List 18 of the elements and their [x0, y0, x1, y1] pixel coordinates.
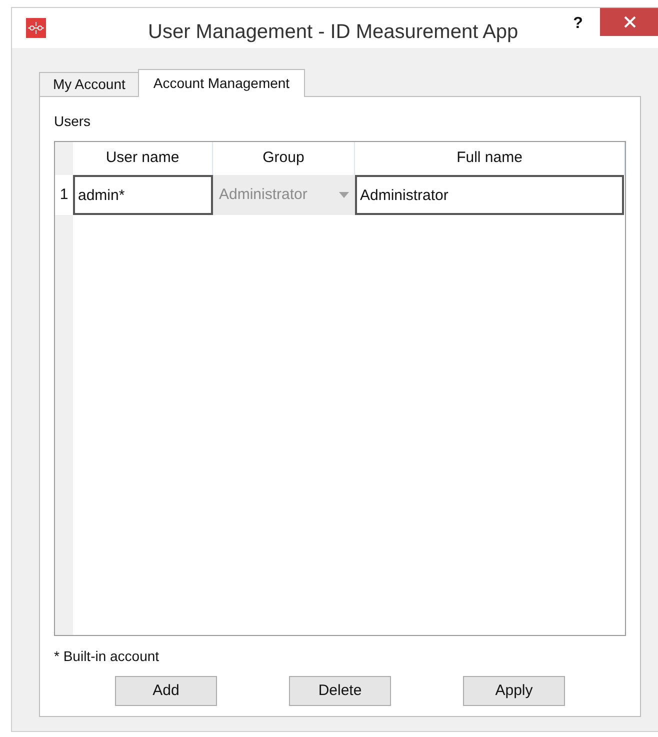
close-button[interactable]: [600, 8, 658, 36]
full-name-field[interactable]: Administrator: [355, 175, 624, 215]
action-button[interactable]: Apply: [463, 676, 565, 706]
app-logo-icon: [26, 18, 46, 38]
tab[interactable]: Account Management: [138, 69, 305, 97]
tab[interactable]: My Account: [39, 72, 140, 96]
close-icon: [624, 16, 636, 28]
action-button[interactable]: Delete: [289, 676, 391, 706]
window-title: User Management - ID Measurement App: [148, 20, 518, 45]
column-header[interactable]: Full name: [355, 142, 625, 175]
user-name-field[interactable]: admin*: [73, 175, 213, 215]
footnote-text: * Built-in account: [54, 647, 160, 666]
row-number: 1: [55, 175, 73, 215]
dropdown-caret-icon: [339, 192, 349, 198]
column-header[interactable]: User name: [73, 142, 213, 175]
users-label: Users: [54, 112, 92, 131]
action-button[interactable]: Add: [115, 676, 217, 706]
help-button[interactable]: ?: [568, 12, 588, 34]
